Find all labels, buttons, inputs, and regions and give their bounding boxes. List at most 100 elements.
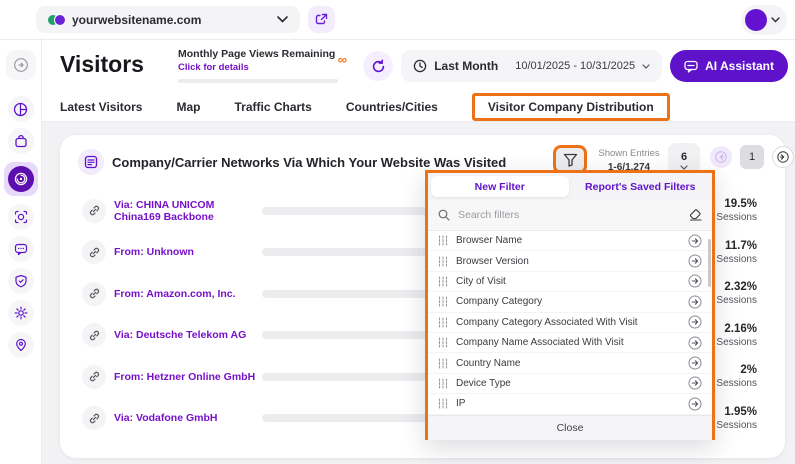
eraser-icon[interactable] <box>689 209 702 221</box>
chevron-down-icon <box>680 165 688 170</box>
clock-icon <box>413 59 427 73</box>
ai-chat-icon <box>684 60 698 73</box>
drag-handle-icon[interactable] <box>438 296 448 307</box>
page-number[interactable]: 1 <box>740 145 764 169</box>
filter-field-label: IP <box>456 398 680 409</box>
filter-close-button[interactable]: Close <box>428 415 712 440</box>
next-page-button[interactable] <box>772 146 794 168</box>
arrow-right-icon <box>777 151 789 163</box>
sidebar-item-analytics[interactable] <box>8 96 34 122</box>
arrow-left-icon <box>715 151 727 163</box>
filter-field-label: Company Category <box>456 296 680 307</box>
tab-visitor-company-distribution[interactable]: Visitor Company Distribution <box>472 93 670 121</box>
ai-assistant-button[interactable]: AI Assistant <box>670 50 788 82</box>
circle-arrow-right-icon[interactable] <box>688 356 702 370</box>
tab-map[interactable]: Map <box>176 100 200 114</box>
network-label[interactable]: Via: Vodafone GmbH <box>114 412 262 424</box>
site-selector[interactable]: yourwebsitename.com <box>36 6 300 33</box>
circle-arrow-right-icon[interactable] <box>688 397 702 411</box>
drag-handle-icon[interactable] <box>438 398 448 409</box>
drag-handle-icon[interactable] <box>438 276 448 287</box>
account-menu[interactable] <box>741 5 787 35</box>
sidebar-item-location[interactable] <box>8 332 34 358</box>
network-label[interactable]: From: Amazon.com, Inc. <box>114 288 262 300</box>
link-icon <box>82 406 106 430</box>
circle-arrow-right-icon[interactable] <box>688 254 702 268</box>
filter-field-list: Browser Name Browser Version City of Vis… <box>428 231 712 415</box>
drag-handle-icon[interactable] <box>438 317 448 328</box>
network-label[interactable]: From: Unknown <box>114 246 262 258</box>
drag-handle-icon[interactable] <box>438 358 448 369</box>
sidebar-item-security[interactable] <box>8 268 34 294</box>
tab-latest-visitors[interactable]: Latest Visitors <box>60 100 142 114</box>
circle-arrow-right-icon[interactable] <box>688 336 702 350</box>
shown-entries-label: Shown Entries <box>593 148 665 159</box>
content-area: Company/Carrier Networks Via Which Your … <box>42 122 795 464</box>
tab-new-filter[interactable]: New Filter <box>431 176 569 197</box>
sidebar-item-orders[interactable] <box>8 128 34 154</box>
drag-handle-icon[interactable] <box>438 378 448 389</box>
report-tabs: Latest Visitors Map Traffic Charts Countrie… <box>42 92 795 122</box>
network-label[interactable]: Via: CHINA UNICOM China169 Backbone <box>114 199 262 223</box>
filter-field-item[interactable]: Company Name Associated With Visit <box>428 333 712 353</box>
sidebar-item-visitors-active[interactable] <box>4 162 38 196</box>
filter-field-item[interactable]: Country Name <box>428 353 712 373</box>
analytics-icon <box>13 102 28 117</box>
link-icon <box>82 240 106 264</box>
open-site-button[interactable] <box>308 6 335 33</box>
network-label[interactable]: From: Hetzner Online GmbH <box>114 371 262 383</box>
period-label: Last Month <box>434 59 498 73</box>
filter-field-item[interactable]: Browser Version <box>428 251 712 271</box>
circle-arrow-right-icon[interactable] <box>688 274 702 288</box>
filter-field-item[interactable]: Device Type <box>428 374 712 394</box>
drag-handle-icon[interactable] <box>438 235 448 246</box>
link-icon <box>82 199 106 223</box>
filter-field-label: City of Visit <box>456 276 680 287</box>
shield-check-icon <box>14 274 28 288</box>
filter-field-item[interactable]: City of Visit <box>428 272 712 292</box>
filter-field-item[interactable]: Browser Name <box>428 231 712 251</box>
filter-field-label: Browser Name <box>456 235 680 246</box>
quota-progress-bar <box>178 79 338 83</box>
drag-handle-icon[interactable] <box>438 256 448 267</box>
filter-panel-tabs: New Filter Report's Saved Filters <box>428 173 712 200</box>
filter-field-label: Country Name <box>456 358 680 369</box>
refresh-button[interactable] <box>363 51 393 81</box>
tab-countries-cities[interactable]: Countries/Cities <box>346 100 438 114</box>
bag-icon <box>14 134 28 148</box>
filter-search-input[interactable] <box>458 209 681 221</box>
network-label[interactable]: Via: Deutsche Telekom AG <box>114 329 262 341</box>
card-title: Company/Carrier Networks Via Which Your … <box>112 155 506 170</box>
sidebar-item-chat[interactable] <box>8 236 34 262</box>
app-frame: yourwebsitename.com <box>0 0 795 464</box>
chevron-down-icon <box>642 64 650 69</box>
circle-arrow-right-icon[interactable] <box>688 234 702 248</box>
circle-arrow-right-icon[interactable] <box>688 376 702 390</box>
site-favicon-icon <box>48 13 64 27</box>
search-icon <box>438 209 450 221</box>
circle-arrow-right-icon[interactable] <box>688 295 702 309</box>
sidebar-collapse-button[interactable] <box>6 50 36 80</box>
quota-label: Monthly Page Views Remaining <box>178 48 353 60</box>
sidebar-item-recognition[interactable] <box>8 204 34 230</box>
tab-saved-filters[interactable]: Report's Saved Filters <box>572 176 710 197</box>
page-header: Visitors Monthly Page Views Remaining Cl… <box>42 40 795 92</box>
date-range-value: 10/01/2025 - 10/31/2025 <box>515 60 635 72</box>
tab-traffic-charts[interactable]: Traffic Charts <box>234 100 311 114</box>
circle-arrow-right-icon[interactable] <box>688 315 702 329</box>
filter-field-item[interactable]: IP <box>428 394 712 414</box>
date-range-selector[interactable]: Last Month 10/01/2025 - 10/31/2025 <box>401 50 662 82</box>
prev-page-button[interactable] <box>710 146 732 168</box>
location-pin-icon <box>14 338 28 352</box>
filter-search-bar <box>428 200 712 231</box>
sidebar-item-settings[interactable] <box>8 300 34 326</box>
external-link-icon <box>315 13 328 26</box>
visitors-radar-icon <box>8 166 34 192</box>
page-size-value: 6 <box>681 151 687 163</box>
scrollbar-thumb[interactable] <box>708 239 711 287</box>
avatar <box>745 9 767 31</box>
filter-field-item[interactable]: Company Category Associated With Visit <box>428 313 712 333</box>
drag-handle-icon[interactable] <box>438 337 448 348</box>
filter-field-item[interactable]: Company Category <box>428 292 712 312</box>
quota-details-link[interactable]: Click for details <box>178 62 353 73</box>
